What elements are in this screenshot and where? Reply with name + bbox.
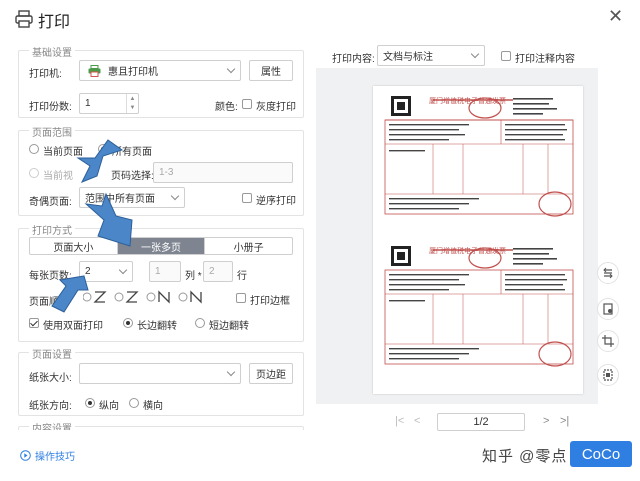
group-title: 内容设置 [29, 420, 75, 430]
print-content-label: 打印内容: [332, 54, 375, 65]
orientation-label: 纸张方向: [29, 401, 72, 412]
tutorial-arrows [51, 139, 133, 313]
preview-page: 厦门增值税电子普通发票 厦门增值税电子普通发票 [373, 86, 583, 394]
content-settings-group: 内容设置 [18, 420, 304, 430]
paper-size-label: 纸张大小: [29, 373, 72, 384]
crop-icon [602, 335, 614, 347]
fit-width-button[interactable] [597, 262, 619, 284]
chevron-down-icon [226, 367, 236, 376]
invoice-title-top: 厦门增值税电子普通发票 [429, 98, 506, 105]
watermark: 知乎 @零点 [482, 448, 568, 465]
last-page-icon[interactable]: >| [560, 415, 569, 427]
first-page-icon[interactable]: |< [395, 415, 404, 427]
invoice-preview [384, 96, 574, 367]
arrow-multi-page [84, 192, 133, 247]
margins-button[interactable]: 页边距 [249, 363, 293, 384]
crop-button[interactable] [597, 330, 619, 352]
invoice-bottom [384, 246, 574, 367]
page-indicator[interactable]: 1/2 [437, 413, 525, 431]
portrait-radio[interactable] [85, 398, 95, 408]
document-icon [603, 303, 613, 315]
page-setting-button[interactable] [597, 298, 619, 320]
landscape-radio[interactable] [129, 398, 139, 408]
close-icon[interactable]: ✕ [608, 6, 623, 27]
portrait-label: 纵向 [99, 401, 119, 412]
paper-size-select[interactable] [79, 363, 241, 384]
page-setup-group: 页面设置 纸张大小: 页边距 纸张方向: 纵向 横向 [18, 346, 304, 416]
tips-label: 操作技巧 [35, 452, 75, 463]
chevron-down-icon [470, 49, 480, 58]
invoice-top [384, 96, 574, 217]
annotation-checkbox[interactable] [501, 51, 511, 61]
fit-width-icon [603, 267, 613, 279]
scale-page-icon [603, 369, 613, 381]
invoice-title-bottom: 厦门增值税电子普通发票 [429, 248, 506, 255]
print-content-select[interactable]: 文档与标注 [377, 45, 485, 66]
next-page-icon[interactable]: > [543, 415, 549, 427]
play-circle-icon [20, 450, 31, 461]
arrow-all-pages [76, 139, 124, 183]
arrow-per-sheet [51, 275, 89, 313]
scale-button[interactable] [597, 364, 619, 386]
prev-page-icon[interactable]: < [414, 415, 420, 427]
tips-link[interactable]: 操作技巧 [20, 448, 75, 463]
print-button[interactable]: CoCo [570, 441, 632, 467]
annotation-label: 打印注释内容 [515, 54, 575, 65]
print-content-value: 文档与标注 [383, 52, 433, 63]
group-title: 页面设置 [29, 346, 75, 361]
landscape-label: 横向 [143, 401, 163, 412]
